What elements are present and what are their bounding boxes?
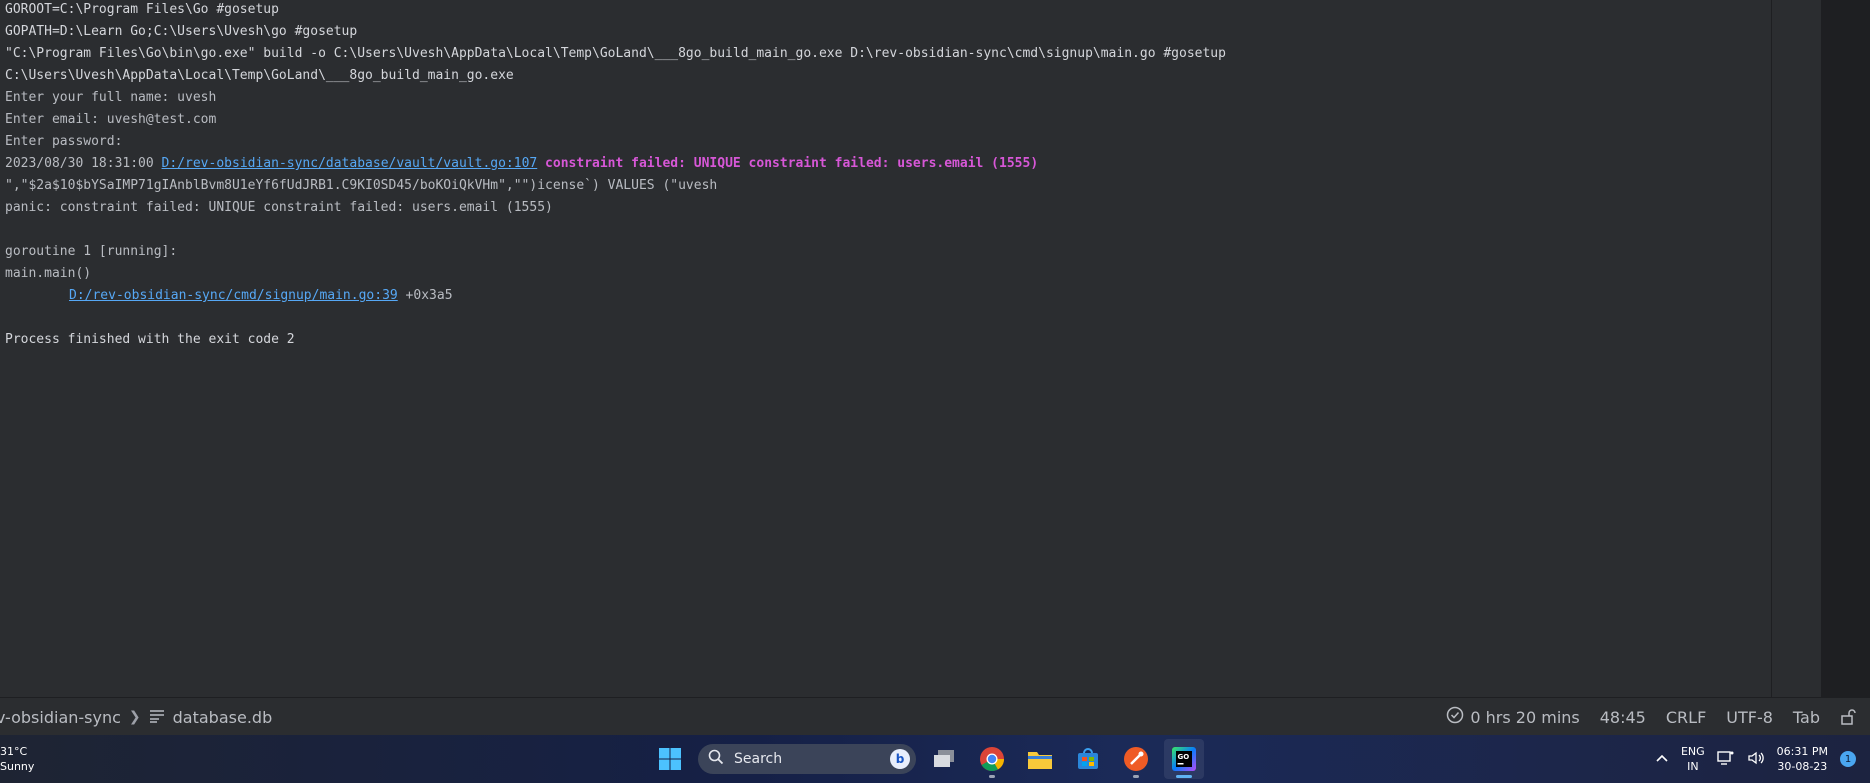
weather-description: Sunny xyxy=(0,760,35,773)
speaker-icon[interactable] xyxy=(1747,750,1765,769)
language-code: ENG xyxy=(1680,745,1705,758)
task-view-button[interactable] xyxy=(924,739,964,779)
store-bag-icon xyxy=(1078,748,1098,769)
console-line-goroot: GOROOT=C:\Program Files\Go #gosetup xyxy=(5,2,279,17)
console-line-exit: Process finished with the exit code 2 xyxy=(5,332,295,347)
running-indicator xyxy=(989,775,995,778)
console-line-exe-path: C:\Users\Uvesh\AppData\Local\Temp\GoLand… xyxy=(5,68,514,83)
line-separator[interactable]: CRLF xyxy=(1666,708,1706,727)
trace-offset: +0x3a5 xyxy=(397,288,453,303)
breadcrumb-file[interactable]: database.db xyxy=(173,708,273,727)
chevron-up-icon[interactable] xyxy=(1655,753,1669,766)
taskbar-apps: Search b GO xyxy=(650,739,1204,779)
chevron-right-icon: ❯ xyxy=(128,709,141,725)
log-timestamp: 2023/08/30 18:31:00 xyxy=(5,156,162,171)
status-bar: v-obsidian-sync ❯ database.db 0 hrs 20 m… xyxy=(0,697,1870,736)
cursor-position[interactable]: 48:45 xyxy=(1600,708,1646,727)
status-widgets: 0 hrs 20 mins 48:45 CRLF UTF-8 Tab xyxy=(1446,698,1856,736)
search-placeholder: Search xyxy=(734,751,783,767)
windows-logo-icon xyxy=(659,748,681,770)
weather-widget[interactable]: 31°C Sunny xyxy=(0,744,34,774)
system-tray: ENG IN 06:31 PM 30-08-23 1 xyxy=(1655,735,1856,783)
time-tracker[interactable]: 0 hrs 20 mins xyxy=(1446,706,1580,728)
console-line-panic: panic: constraint failed: UNIQUE constra… xyxy=(5,200,553,215)
goland-app[interactable]: GO xyxy=(1164,739,1204,779)
console-line-stack-trace: D:/rev-obsidian-sync/cmd/signup/main.go:… xyxy=(5,286,1805,308)
indent-setting[interactable]: Tab xyxy=(1793,708,1820,727)
console-line-goroutine: goroutine 1 [running]: xyxy=(5,244,178,259)
microsoft-store-app[interactable] xyxy=(1068,739,1108,779)
start-button[interactable] xyxy=(650,739,690,779)
main-source-link[interactable]: D:/rev-obsidian-sync/cmd/signup/main.go:… xyxy=(69,288,398,303)
windows-taskbar: 31°C Sunny Search b GO ENG IN 06:31 PM 3… xyxy=(0,735,1870,783)
goland-icon: GO xyxy=(1172,747,1196,771)
notification-badge[interactable]: 1 xyxy=(1840,751,1856,767)
console-line-build-command: "C:\Program Files\Go\bin\go.exe" build -… xyxy=(5,46,1226,61)
running-indicator xyxy=(1176,775,1192,778)
clock-check-icon xyxy=(1446,706,1464,728)
search-icon xyxy=(708,749,724,769)
log-error-message: constraint failed: UNIQUE constraint fai… xyxy=(537,156,1039,171)
console-line-gopath: GOPATH=D:\Learn Go;C:\Users\Uvesh\go #go… xyxy=(5,24,358,39)
network-icon[interactable] xyxy=(1716,750,1735,769)
breadcrumb: v-obsidian-sync ❯ database.db xyxy=(0,698,272,736)
file-encoding[interactable]: UTF-8 xyxy=(1726,708,1773,727)
vault-source-link[interactable]: D:/rev-obsidian-sync/database/vault/vaul… xyxy=(162,156,538,171)
running-indicator xyxy=(1133,775,1139,778)
file-lines-icon xyxy=(149,708,165,727)
folder-icon xyxy=(1028,752,1052,769)
chrome-icon xyxy=(980,747,1004,772)
console-line-log-error: 2023/08/30 18:31:00 D:/rev-obsidian-sync… xyxy=(5,154,1805,176)
taskbar-search[interactable]: Search b xyxy=(698,744,916,774)
language-indicator[interactable]: ENG IN xyxy=(1681,744,1705,774)
console-output: GOROOT=C:\Program Files\Go #gosetup GOPA… xyxy=(5,0,1805,352)
console-line-name-prompt: Enter your full name: uvesh xyxy=(5,90,217,105)
clock-time: 06:31 PM xyxy=(1776,745,1828,758)
svg-text:GO: GO xyxy=(1178,753,1190,761)
clock[interactable]: 06:31 PM 30-08-23 xyxy=(1777,744,1828,774)
console-line-main-main: main.main() xyxy=(5,266,92,281)
console-line-email-prompt: Enter email: uvesh@test.com xyxy=(5,112,217,127)
console-line-password-prompt: Enter password: xyxy=(5,134,123,149)
task-view-icon xyxy=(934,750,954,767)
postman-icon xyxy=(1124,747,1148,771)
console-scrollbar-gutter[interactable] xyxy=(1771,0,1821,697)
chrome-app[interactable] xyxy=(972,739,1012,779)
lock-icon[interactable] xyxy=(1840,709,1856,725)
timer-label: 0 hrs 20 mins xyxy=(1470,707,1580,727)
language-region: IN xyxy=(1687,760,1699,773)
clock-date: 30-08-23 xyxy=(1777,760,1828,773)
bing-icon[interactable]: b xyxy=(890,749,910,769)
console-line-sql-fragment: ","$2a$10$bYSaIMP71gIAnblBvm8U1eYf6fUdJR… xyxy=(5,178,718,193)
weather-temperature: 31°C xyxy=(0,745,28,758)
run-console[interactable]: GOROOT=C:\Program Files\Go #gosetup GOPA… xyxy=(0,0,1821,697)
breadcrumb-project[interactable]: v-obsidian-sync xyxy=(0,708,121,727)
file-explorer-app[interactable] xyxy=(1020,739,1060,779)
postman-app[interactable] xyxy=(1116,739,1156,779)
